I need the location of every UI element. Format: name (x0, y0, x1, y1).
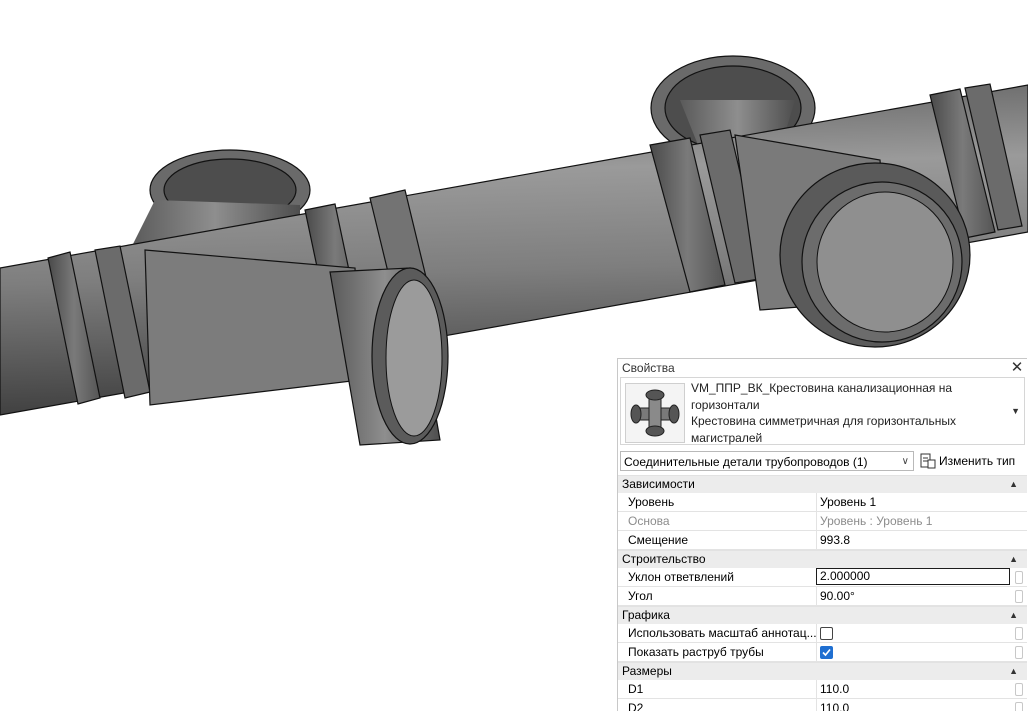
type-name-line: Крестовина симметричная для горизонтальн… (691, 414, 957, 428)
property-name: Уровень (628, 495, 675, 509)
property-row[interactable]: Уклон ответвлений 2.000000 (618, 568, 1027, 587)
formula-button[interactable] (1015, 590, 1023, 603)
property-value: Уровень : Уровень 1 (816, 512, 1015, 530)
collapse-icon[interactable]: ▲ (1009, 663, 1018, 680)
property-name: Смещение (628, 533, 689, 547)
property-value[interactable]: 90.00° (816, 587, 1015, 605)
group-title: Графика (622, 608, 670, 622)
show-socket-checkbox[interactable] (820, 646, 833, 659)
property-row[interactable]: Использовать масштаб аннотац... (618, 624, 1027, 643)
group-title: Строительство (622, 552, 706, 566)
category-row: Соединительные детали трубопроводов (1) … (618, 449, 1027, 475)
property-value[interactable]: 993.8 (816, 531, 1015, 549)
type-name-line: магистралей (691, 430, 763, 445)
property-row[interactable]: Показать раструб трубы (618, 643, 1027, 662)
property-name: Уклон ответвлений (628, 570, 734, 584)
property-name: Использовать масштаб аннотац... (628, 626, 816, 640)
property-name: Показать раструб трубы (628, 645, 764, 659)
property-row[interactable]: Уровень Уровень 1 (618, 493, 1027, 512)
collapse-icon[interactable]: ▲ (1009, 607, 1018, 624)
chevron-down-icon: ∨ (901, 456, 909, 467)
category-dropdown[interactable]: Соединительные детали трубопроводов (1) … (620, 451, 914, 471)
type-name-line: VM_ППР_ВК_Крестовина канализационная на (691, 381, 953, 395)
cross-fitting-thumbnail (625, 383, 685, 443)
group-constraints[interactable]: Зависимости ▲ (618, 475, 1027, 493)
group-dimensions[interactable]: Размеры ▲ (618, 662, 1027, 680)
collapse-icon[interactable]: ▲ (1009, 551, 1018, 568)
group-title: Размеры (622, 664, 672, 678)
property-row[interactable]: Смещение 993.8 (618, 531, 1027, 550)
property-row[interactable]: Основа Уровень : Уровень 1 (618, 512, 1027, 531)
type-name: VM_ППР_ВК_Крестовина канализационная на … (691, 380, 1006, 446)
edit-type-button[interactable]: Изменить тип (918, 450, 1024, 472)
properties-title: Свойства (622, 361, 675, 375)
property-row[interactable]: D1 110.0 (618, 680, 1027, 699)
property-name: D1 (628, 682, 644, 696)
type-selector[interactable]: VM_ППР_ВК_Крестовина канализационная на … (620, 377, 1025, 445)
property-value-input[interactable]: 2.000000 (816, 568, 1010, 585)
properties-panel: Свойства ✕ VM_ППР_ВК_Крестовина канализа… (617, 358, 1027, 711)
edit-type-icon (920, 453, 936, 469)
formula-button[interactable] (1015, 627, 1023, 640)
property-value[interactable]: 110.0 (816, 680, 1015, 698)
type-name-line: горизонтали (691, 397, 760, 412)
close-icon[interactable]: ✕ (1010, 359, 1024, 377)
checkmark-icon (822, 648, 831, 657)
formula-button[interactable] (1015, 683, 1023, 696)
formula-button[interactable] (1015, 571, 1023, 584)
edit-type-label: Изменить тип (939, 454, 1016, 468)
collapse-icon[interactable]: ▲ (1009, 476, 1018, 493)
property-value (816, 643, 1015, 661)
property-name: Основа (628, 514, 670, 528)
caret-down-icon[interactable]: ▼ (1011, 406, 1020, 416)
property-name: Угол (628, 589, 653, 603)
property-value[interactable]: Уровень 1 (816, 493, 1015, 511)
property-row[interactable]: D2 110.0 (618, 699, 1027, 711)
annotation-scale-checkbox[interactable] (820, 627, 833, 640)
property-value (816, 624, 1015, 642)
property-name: D2 (628, 701, 644, 711)
group-construction[interactable]: Строительство ▲ (618, 550, 1027, 568)
property-value[interactable]: 110.0 (816, 699, 1015, 711)
group-title: Зависимости (622, 477, 695, 491)
group-graphics[interactable]: Графика ▲ (618, 606, 1027, 624)
properties-titlebar: Свойства ✕ (618, 359, 1027, 377)
category-value: Соединительные детали трубопроводов (1) (624, 455, 868, 469)
property-row[interactable]: Угол 90.00° (618, 587, 1027, 606)
formula-button[interactable] (1015, 646, 1023, 659)
